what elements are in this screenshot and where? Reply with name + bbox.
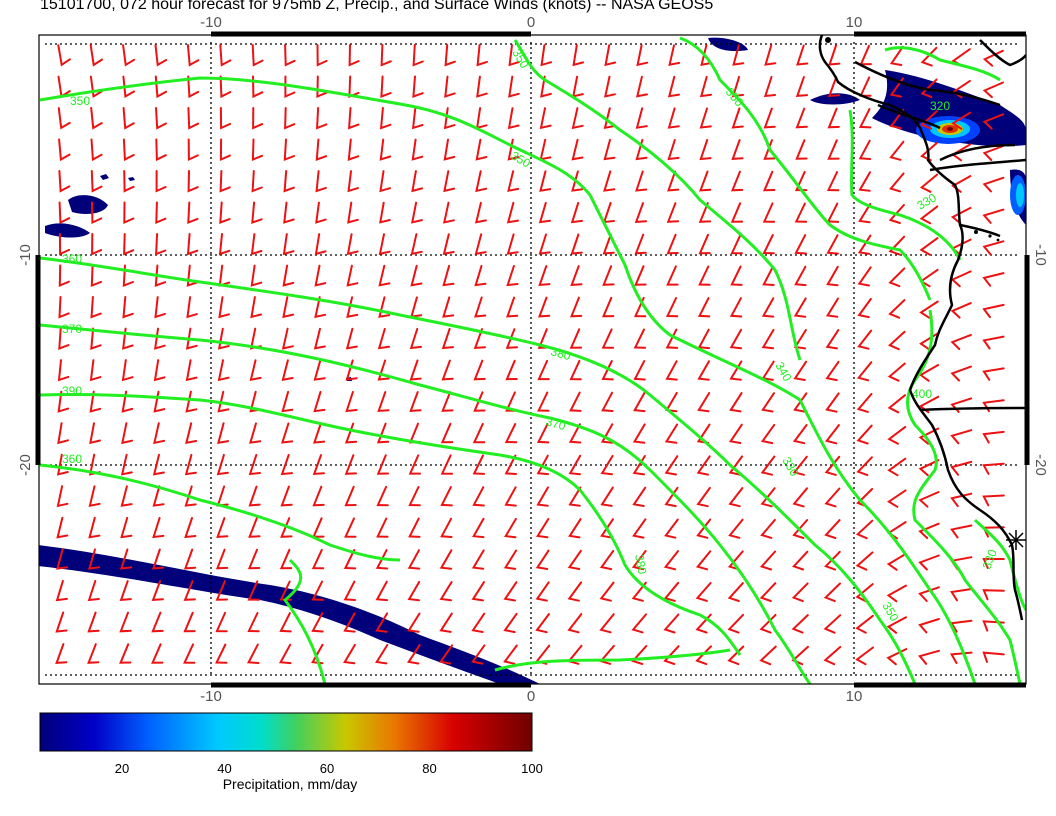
colorbar-tick-label: 40	[217, 761, 231, 776]
station-marker-icon	[1006, 530, 1026, 550]
contour-label: 320	[930, 99, 950, 113]
contour-label: 350	[70, 94, 90, 108]
colorbar	[39, 712, 533, 752]
contour-label: 390	[62, 384, 82, 398]
contour-label: 360	[62, 252, 82, 266]
lon-label-bottom: 0	[527, 688, 535, 705]
colorbar-tick-label: 100	[521, 761, 543, 776]
contour-label: 370	[62, 322, 82, 336]
colorbar-ticks: 20 40 60 80 100	[115, 761, 543, 776]
forecast-map: 350 350 350 350 360 370 380 390 360 370 …	[17, 14, 1049, 776]
lon-label-bottom: 10	[846, 688, 863, 705]
lon-label-top: 0	[527, 14, 535, 31]
lat-label-left: -10	[17, 244, 34, 266]
lat-label-left: -20	[17, 454, 34, 476]
lat-label-right: -20	[1032, 454, 1049, 476]
lon-label-top: -10	[200, 14, 222, 31]
colorbar-label: Precipitation, mm/day	[222, 776, 358, 792]
colorbar-tick-label: 60	[320, 761, 334, 776]
lat-label-right: -10	[1032, 244, 1049, 266]
colorbar-tick-label: 20	[115, 761, 129, 776]
contour-label: 360	[62, 452, 82, 466]
colorbar-tick-label: 80	[422, 761, 436, 776]
lon-label-bottom: -10	[200, 688, 222, 705]
lon-label-top: 10	[846, 14, 863, 31]
